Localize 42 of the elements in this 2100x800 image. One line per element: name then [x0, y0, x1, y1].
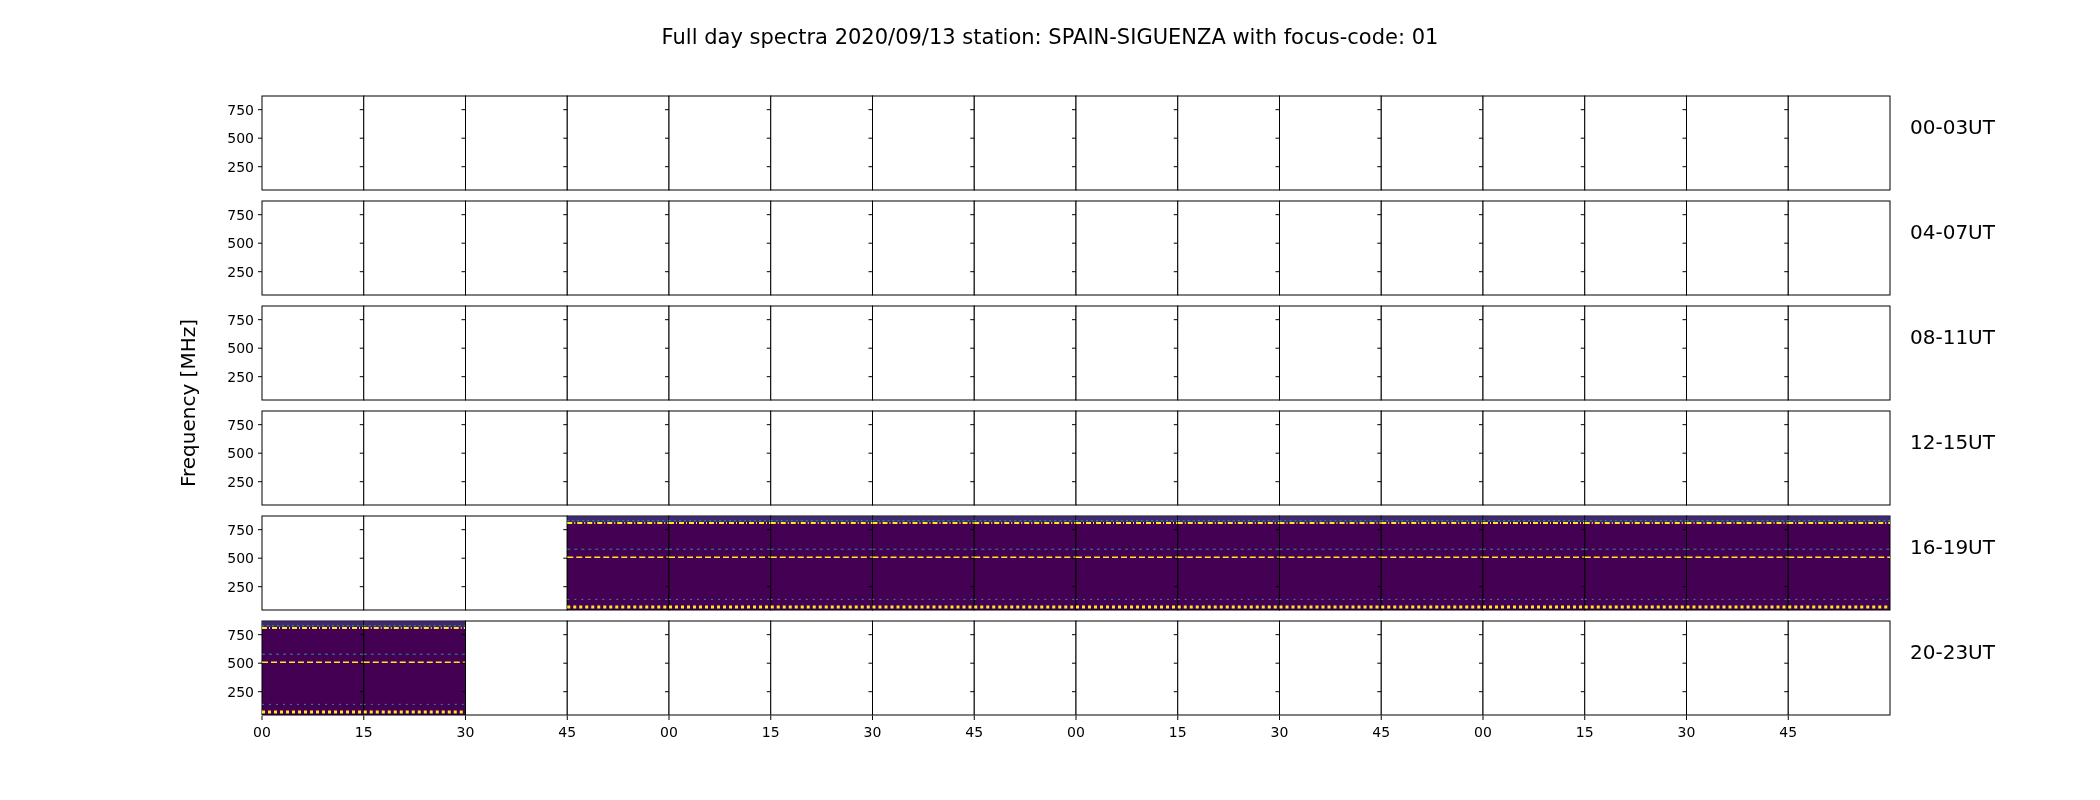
y-tick-label: 250	[227, 263, 254, 280]
time-range-label: 16-19UT	[1910, 534, 1995, 559]
y-tick-label: 250	[227, 158, 254, 175]
x-tick-label: 15	[761, 724, 780, 740]
y-tick-label: 500	[227, 445, 254, 462]
y-tick-label: 500	[227, 130, 254, 147]
y-tick-label: 500	[227, 655, 254, 672]
x-tick-label: 30	[456, 724, 475, 740]
y-tick-label: 750	[227, 626, 254, 643]
y-tick-label: 500	[227, 340, 254, 357]
x-tick-label: 00	[1474, 724, 1492, 740]
y-tick-label: 250	[227, 683, 254, 700]
x-tick-label: 45	[1779, 724, 1798, 740]
y-tick-label: 250	[227, 368, 254, 385]
y-tick-label: 500	[227, 235, 254, 252]
y-tick-label: 750	[227, 416, 254, 433]
figure-title: Full day spectra 2020/09/13 station: SPAIN-SIGUENZA with focus-code: 01	[661, 24, 1439, 50]
x-tick-label: 30	[1270, 724, 1289, 740]
x-tick-label: 30	[1677, 724, 1696, 740]
x-tick-label: 00	[253, 724, 271, 740]
y-tick-label: 250	[227, 578, 254, 595]
y-tick-label: 500	[227, 550, 254, 567]
x-tick-label: 00	[1067, 724, 1085, 740]
x-tick-label: 15	[1168, 724, 1187, 740]
x-tick-label: 45	[1372, 724, 1391, 740]
x-tick-label: 15	[354, 724, 373, 740]
y-tick-label: 750	[227, 101, 254, 118]
x-tick-label: 00	[660, 724, 678, 740]
y-tick-label: 750	[227, 311, 254, 328]
time-range-label: 00-03UT	[1910, 114, 1995, 139]
x-tick-label: 15	[1575, 724, 1594, 740]
y-tick-label: 750	[227, 206, 254, 223]
time-range-label: 04-07UT	[1910, 219, 1995, 244]
x-tick-label: 30	[863, 724, 882, 740]
time-range-label: 20-23UT	[1910, 639, 1995, 664]
time-range-label: 08-11UT	[1910, 324, 1995, 349]
time-range-label: 12-15UT	[1910, 429, 1995, 454]
y-axis-label: Frequency [MHz]	[176, 319, 200, 488]
x-tick-label: 45	[965, 724, 984, 740]
x-tick-label: 45	[558, 724, 577, 740]
y-tick-label: 750	[227, 521, 254, 538]
y-tick-label: 250	[227, 473, 254, 490]
